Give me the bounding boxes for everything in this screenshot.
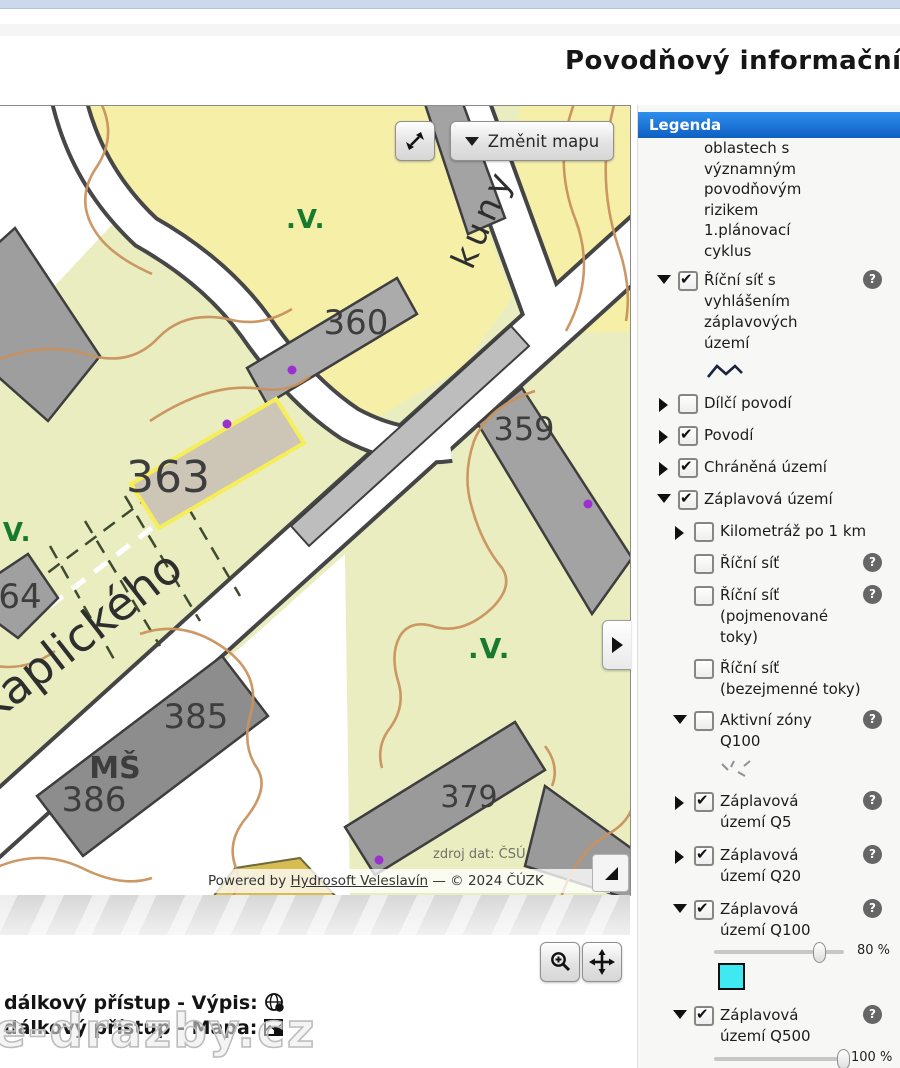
checkbox[interactable]: [694, 586, 714, 606]
vegetation-symbol: .V.: [468, 632, 510, 665]
chevron-down-icon: [465, 137, 479, 146]
help-icon[interactable]: ?: [863, 845, 882, 864]
building-number-64: 64: [0, 577, 42, 617]
help-icon[interactable]: ?: [863, 553, 882, 572]
checkbox[interactable]: ✔: [678, 271, 698, 291]
remote-access-listing-row: dálkový přístup - Výpis:: [4, 992, 286, 1014]
checkbox[interactable]: ✔: [678, 490, 698, 510]
fullscreen-button[interactable]: [395, 121, 435, 161]
expander-icon[interactable]: [659, 430, 668, 444]
attribution-prefix: Powered by: [208, 873, 291, 889]
parcel-number-363: 363: [126, 452, 210, 503]
page: Povodňový informační systém: [0, 0, 900, 1068]
help-icon[interactable]: ?: [863, 270, 882, 289]
change-map-label: Změnit mapu: [488, 132, 599, 151]
map-canvas[interactable]: .V. .V. .V. 360 359 363 385 MŠ 386 379 6…: [0, 106, 630, 896]
help-icon[interactable]: ?: [863, 585, 882, 604]
faded-menu-bar: [0, 24, 900, 36]
help-icon[interactable]: ?: [863, 791, 882, 810]
q100-color-swatch: [718, 963, 745, 990]
map-attribution: Powered by Hydrosoft Veleslavín — © 2024…: [196, 869, 610, 893]
attribution-suffix: — © 2024 ČÚZK: [428, 873, 544, 889]
expander-icon[interactable]: [659, 462, 668, 476]
expander-icon[interactable]: [675, 526, 684, 540]
checkbox[interactable]: [694, 711, 714, 731]
opacity-slider-track[interactable]: [714, 950, 844, 954]
legend-title: Legenda: [649, 116, 721, 134]
opacity-value: 100 %: [851, 1050, 892, 1065]
change-map-button[interactable]: Změnit mapu: [450, 121, 614, 161]
expander-icon[interactable]: [673, 904, 687, 913]
page-title: Povodňový informační systém: [565, 46, 900, 76]
checkbox[interactable]: ✔: [694, 792, 714, 812]
expander-icon[interactable]: [657, 275, 671, 284]
help-icon[interactable]: ?: [863, 710, 882, 729]
opacity-slider-track[interactable]: [714, 1057, 844, 1061]
attribution-toggle-button[interactable]: [592, 854, 629, 892]
browser-tab-strip: [0, 0, 900, 9]
vegetation-symbol: .V.: [0, 518, 32, 548]
opacity-value: 80 %: [857, 943, 890, 958]
panel-expand-icon: [612, 637, 623, 653]
checkbox[interactable]: [694, 522, 714, 542]
hydrosoft-link[interactable]: Hydrosoft Veleslavín: [291, 873, 429, 889]
map-icon[interactable]: [263, 1017, 285, 1039]
building-number-379: 379: [440, 780, 497, 815]
checkbox[interactable]: ✔: [694, 846, 714, 866]
globe-icon[interactable]: [264, 992, 286, 1014]
expander-icon[interactable]: [675, 796, 684, 810]
attribution-toggle-icon: [599, 861, 623, 885]
checkbox[interactable]: ✔: [694, 1006, 714, 1026]
map-viewport[interactable]: .V. .V. .V. 360 359 363 385 MŠ 386 379 6…: [0, 105, 631, 896]
checkbox[interactable]: [694, 554, 714, 574]
building-number-359: 359: [493, 410, 554, 448]
remote-access-map-label: dálkový přístup - Mapa:: [4, 1017, 257, 1039]
remote-access-map-row: dálkový přístup - Mapa:: [4, 1017, 285, 1039]
checkbox[interactable]: [694, 659, 714, 679]
legend-header: Legenda: [638, 112, 900, 138]
legend-panel: Legenda oblastech s významným povodňovým…: [637, 105, 900, 1068]
help-icon[interactable]: ?: [863, 899, 882, 918]
checkbox[interactable]: ✔: [694, 900, 714, 920]
checkbox[interactable]: ✔: [678, 426, 698, 446]
opacity-slider-thumb[interactable]: [837, 1049, 850, 1068]
building-number-385: 385: [164, 697, 229, 737]
active-zone-symbol: [718, 758, 758, 780]
magnifier-icon: [548, 950, 572, 974]
zoom-out-button[interactable]: [540, 942, 580, 982]
expander-icon[interactable]: [657, 494, 671, 503]
panel-expand-button[interactable]: [602, 620, 631, 670]
checkbox[interactable]: ✔: [678, 458, 698, 478]
river-line-symbol: [706, 362, 744, 382]
help-icon[interactable]: ?: [863, 1005, 882, 1024]
building-number-360: 360: [324, 303, 389, 343]
pan-icon: [589, 949, 615, 975]
expand-icon: [404, 130, 426, 152]
checkbox[interactable]: [678, 394, 698, 414]
opacity-slider-thumb[interactable]: [813, 942, 826, 963]
expander-icon[interactable]: [673, 1010, 687, 1019]
remote-access-listing-label: dálkový přístup - Výpis:: [4, 992, 258, 1014]
expander-icon[interactable]: [673, 715, 687, 724]
map-bottom-fade: [0, 895, 630, 935]
vegetation-symbol: .V.: [286, 205, 326, 235]
data-source-note: zdroj dat: ČSÚ: [433, 846, 526, 862]
pan-button[interactable]: [582, 942, 622, 982]
expander-icon[interactable]: [659, 398, 668, 412]
building-number-386: 386: [62, 780, 127, 820]
expander-icon[interactable]: [675, 850, 684, 864]
